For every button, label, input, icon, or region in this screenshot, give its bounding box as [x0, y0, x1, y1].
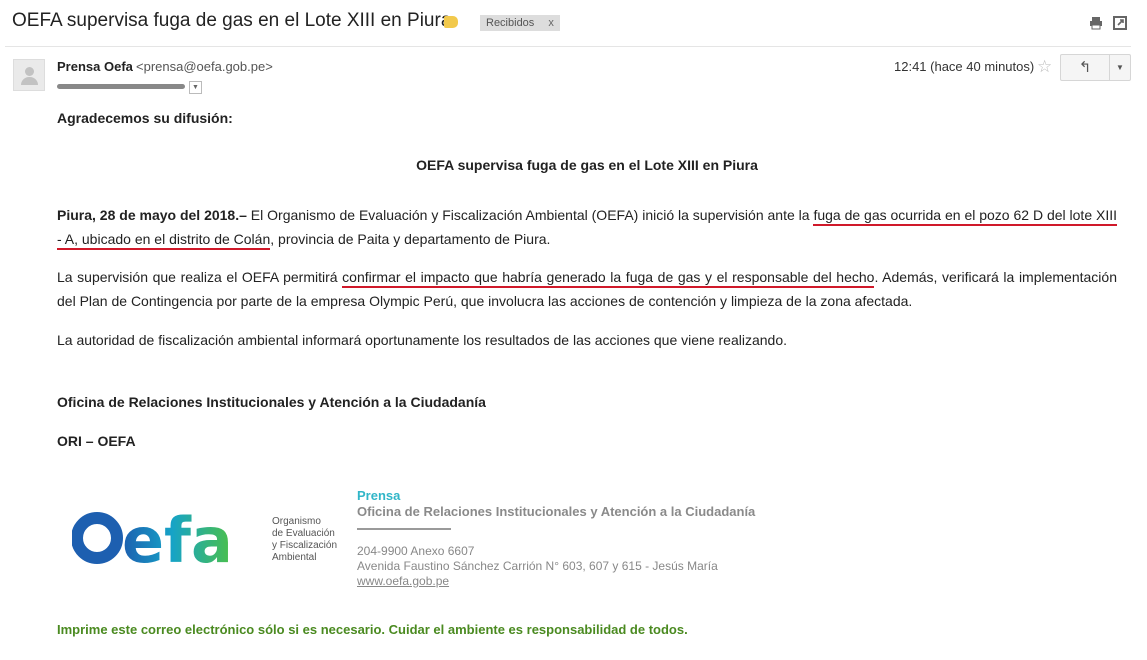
logo-desc-line: de Evaluación — [272, 528, 335, 539]
greeting: Agradecemos su difusión: — [57, 110, 233, 126]
recipient-redacted — [57, 84, 185, 89]
signature-address: Avenida Faustino Sánchez Carrión N° 603,… — [357, 559, 718, 573]
p1-text-a: El Organismo de Evaluación y Fiscalizaci… — [246, 207, 814, 223]
press-headline: OEFA supervisa fuga de gas en el Lote XI… — [416, 157, 758, 173]
p2-text-a: La supervisión que realiza el OEFA permi… — [57, 269, 343, 285]
signature-prensa: Prensa — [357, 488, 401, 503]
chevron-down-icon: ▼ — [1116, 63, 1124, 72]
label-chip[interactable]: Recibidos x — [480, 15, 560, 31]
more-actions-button[interactable]: ▼ — [1109, 54, 1131, 81]
sender-email: <prensa@oefa.gob.pe> — [136, 59, 273, 74]
logo-desc-line: Ambiental — [272, 552, 317, 563]
header-divider — [5, 46, 1131, 47]
dateline: Piura, 28 de mayo del 2018.– — [57, 207, 247, 223]
importance-label-icon[interactable] — [444, 16, 458, 28]
paragraph-1: Piura, 28 de mayo del 2018.– El Organism… — [57, 203, 1118, 251]
print-icon[interactable] — [1089, 16, 1103, 30]
signature-phone: 204-9900 Anexo 6607 — [357, 544, 475, 558]
email-subject: OEFA supervisa fuga de gas en el Lote XI… — [12, 10, 452, 31]
sender-name[interactable]: Prensa Oefa — [57, 59, 133, 74]
logo-desc-line: y Fiscalización — [272, 540, 338, 551]
p1-text-b: , provincia de Paita y departamento de P… — [270, 231, 551, 247]
signature-divider — [357, 528, 451, 530]
signature-office: Oficina de Relaciones Institucionales y … — [357, 504, 756, 519]
paragraph-2: La supervisión que realiza el OEFA permi… — [57, 265, 1117, 313]
remove-label-button[interactable]: x — [548, 17, 554, 29]
office-name: Oficina de Relaciones Institucionales y … — [57, 394, 486, 410]
label-chip-text: Recibidos — [486, 17, 535, 29]
signature-website-link[interactable]: www.oefa.gob.pe — [357, 574, 449, 588]
email-timestamp: 12:41 (hace 40 minutos) — [894, 59, 1035, 74]
star-icon[interactable]: ☆ — [1037, 57, 1052, 77]
reply-icon: ↰ — [1078, 59, 1092, 76]
oefa-logo: efa — [71, 504, 252, 577]
new-window-icon[interactable] — [1113, 16, 1127, 30]
logo-description: Organismo de Evaluación y Fiscalización … — [272, 516, 337, 564]
footer-note: Imprime este correo electrónico sólo si … — [57, 622, 688, 637]
paragraph-3: La autoridad de fiscalización ambiental … — [57, 332, 787, 348]
avatar — [13, 59, 45, 91]
recipient-details-toggle[interactable]: ▼ — [189, 81, 202, 94]
reply-button[interactable]: ↰ — [1060, 54, 1110, 81]
ori-signature: ORI – OEFA — [57, 433, 136, 449]
logo-desc-line: Organismo — [272, 516, 321, 527]
svg-text:efa: efa — [122, 504, 233, 568]
underlined-text-2: confirmar el impacto que habría generado… — [342, 269, 875, 288]
